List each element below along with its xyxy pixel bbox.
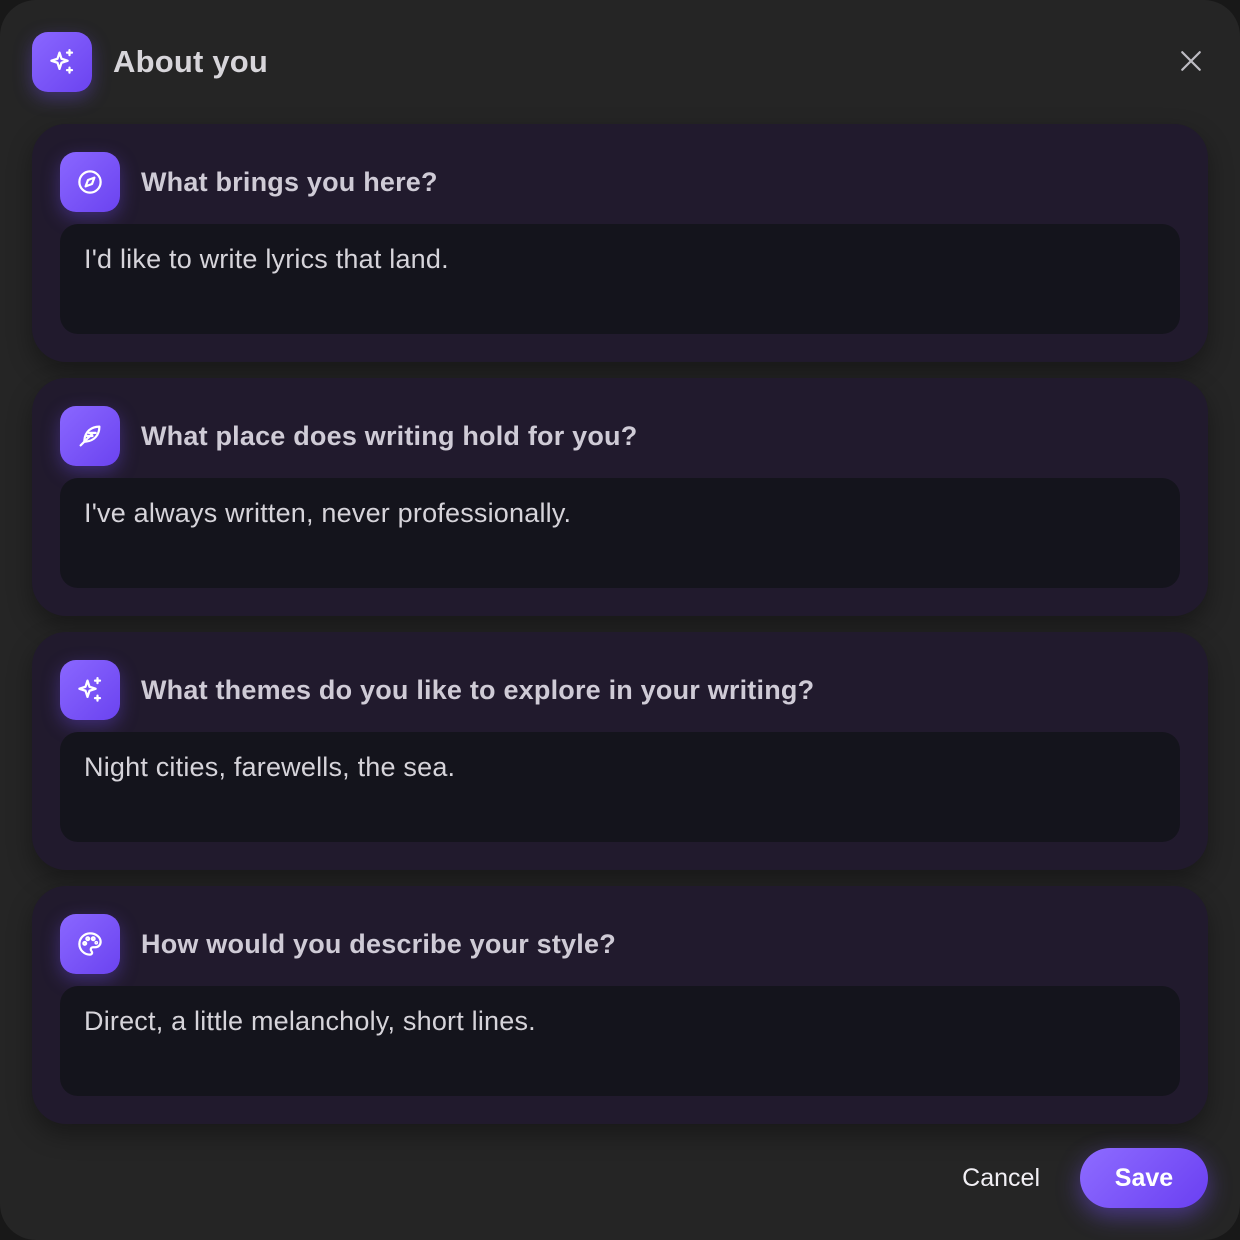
question-card-themes: What themes do you like to explore in yo… — [32, 632, 1208, 870]
answer-field-themes[interactable]: Night cities, farewells, the sea. — [60, 732, 1180, 842]
save-button[interactable]: Save — [1080, 1148, 1208, 1208]
close-button[interactable] — [1172, 42, 1210, 80]
about-you-dialog: About you What brings you here? I'd like… — [0, 0, 1240, 1240]
question-label: What place does writing hold for you? — [141, 420, 638, 451]
answer-field-motivation[interactable]: I'd like to write lyrics that land. — [60, 224, 1180, 334]
question-card-motivation: What brings you here? I'd like to write … — [32, 124, 1208, 362]
feather-icon — [60, 406, 120, 466]
palette-icon — [60, 914, 120, 974]
cancel-button[interactable]: Cancel — [962, 1164, 1040, 1193]
compass-icon — [60, 152, 120, 212]
answer-field-style[interactable]: Direct, a little melancholy, short lines… — [60, 986, 1180, 1096]
dialog-header: About you — [32, 32, 268, 92]
dialog-title: About you — [113, 44, 269, 79]
question-card-style: How would you describe your style? Direc… — [32, 886, 1208, 1124]
sparkles-icon — [60, 660, 120, 720]
sparkles-icon — [32, 32, 92, 92]
question-label: What brings you here? — [141, 166, 438, 197]
dialog-footer: Cancel Save — [962, 1148, 1208, 1208]
answer-field-writing-place[interactable]: I've always written, never professionall… — [60, 478, 1180, 588]
question-label: How would you describe your style? — [141, 928, 616, 959]
close-icon — [1181, 51, 1201, 71]
question-label: What themes do you like to explore in yo… — [141, 674, 815, 705]
question-card-writing-place: What place does writing hold for you? I'… — [32, 378, 1208, 616]
